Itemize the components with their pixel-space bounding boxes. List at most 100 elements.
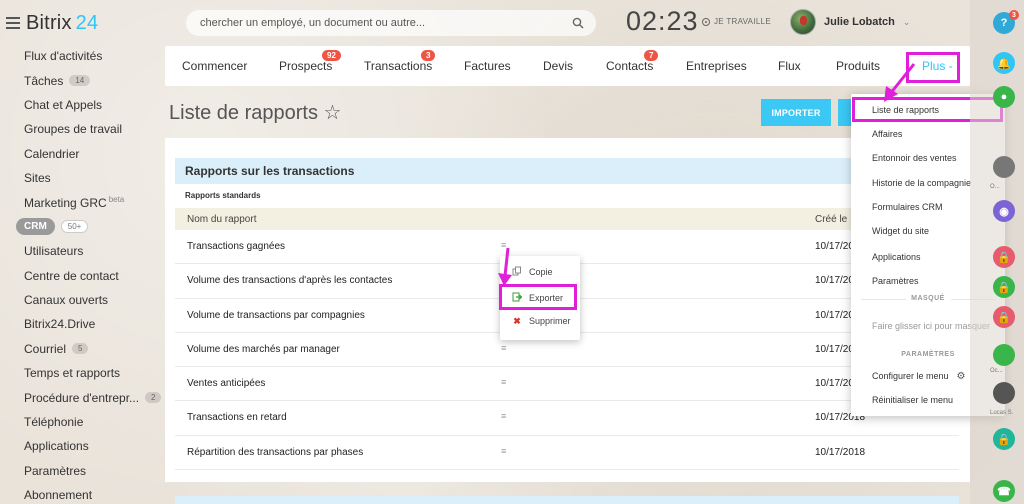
tab-label: Contacts <box>606 59 654 73</box>
sidebar-item-applications[interactable]: Applications <box>0 434 165 458</box>
logo-area: Bitrix 24 <box>0 6 170 40</box>
tab-commencer[interactable]: Commencer <box>182 46 247 86</box>
sidebar-count: 14 <box>69 75 91 87</box>
sidebar-item-calendrier[interactable]: Calendrier <box>0 142 165 166</box>
bell-icon[interactable]: 🔔 <box>993 52 1015 74</box>
sidebar-item-label: Abonnement <box>24 488 93 503</box>
user-menu[interactable]: Julie Lobatch ⌄ <box>790 9 910 35</box>
tab-label: Flux <box>778 59 801 73</box>
menu-item-label: Supprimer <box>529 316 571 326</box>
tab-transactions[interactable]: Transactions 3 <box>364 46 436 86</box>
chat-icon[interactable]: ● <box>993 86 1015 108</box>
report-date: 10/17/2018 <box>815 446 866 458</box>
menu-icon[interactable] <box>6 17 20 29</box>
logo-brand: Bitrix <box>26 11 72 34</box>
report-name[interactable]: Transactions en retard <box>187 412 287 423</box>
contact-label: O... <box>990 184 1000 190</box>
sidebar-item-chat[interactable]: Chat et Appels <box>0 93 165 117</box>
sidebar-item-flux[interactable]: Flux d'activités <box>0 44 165 68</box>
lock-icon[interactable]: 🔒 <box>993 276 1015 298</box>
report-name[interactable]: Transactions gagnées <box>187 241 285 252</box>
lock-icon[interactable]: 🔒 <box>993 306 1015 328</box>
sidebar-item-utilisateurs[interactable]: Utilisateurs <box>0 239 165 263</box>
count-badge: 92 <box>322 50 341 61</box>
tab-factures[interactable]: Factures <box>464 46 511 86</box>
tab-label: Devis <box>543 59 574 73</box>
sidebar-item-centre-contact[interactable]: Centre de contact <box>0 264 165 288</box>
column-header-created[interactable]: Créé le <box>815 214 847 225</box>
sidebar-item-parametres[interactable]: Paramètres <box>0 459 165 483</box>
report-name[interactable]: Volume de transactions par compagnies <box>187 310 365 321</box>
page-title: Liste de rapports ☆ <box>169 102 342 124</box>
tab-label: Produits <box>836 59 881 73</box>
sidebar-item-marketing[interactable]: Marketing GRC beta <box>0 190 165 214</box>
sidebar-item-temps[interactable]: Temps et rapports <box>0 361 165 385</box>
count-badge: 3 <box>421 50 436 61</box>
tab-prospects[interactable]: Prospects 92 <box>279 46 341 86</box>
gear-icon: ⚙ <box>956 370 966 382</box>
work-status[interactable]: JE TRAVAILLE <box>702 17 771 26</box>
row-menu-icon[interactable]: ≡ <box>501 446 506 456</box>
tab-produits[interactable]: Produits <box>836 46 880 86</box>
avatar <box>790 9 816 35</box>
sidebar-item-label: Utilisateurs <box>24 244 84 259</box>
tab-flux[interactable]: Flux <box>778 46 801 86</box>
lock-icon[interactable]: 🔒 <box>993 246 1015 268</box>
report-date: 10/17/20 <box>815 241 854 252</box>
tab-label: Commencer <box>182 59 248 73</box>
contact-label: Oc... <box>990 368 1003 374</box>
contact-label: Lucas S. <box>990 410 1014 416</box>
sidebar-item-taches[interactable]: Tâches 14 <box>0 68 165 92</box>
tab-devis[interactable]: Devis <box>543 46 573 86</box>
report-name[interactable]: Volume des transactions d'après les cont… <box>187 275 392 286</box>
sidebar-item-label: Calendrier <box>24 146 80 161</box>
contact-avatar[interactable] <box>993 382 1015 404</box>
sidebar-item-courriel[interactable]: Courriel 5 <box>0 337 165 361</box>
notification-badge: 3 <box>1009 10 1019 20</box>
sidebar-item-label: Applications <box>24 439 89 454</box>
sidebar-count: 5 <box>72 343 89 355</box>
phone-icon[interactable]: ☎ <box>993 480 1015 502</box>
row-menu-icon[interactable]: ≡ <box>501 411 506 421</box>
eye-icon[interactable]: ◉ <box>993 200 1015 222</box>
column-header-name[interactable]: Nom du rapport <box>187 214 256 225</box>
import-button[interactable]: IMPORTER <box>761 99 831 126</box>
sidebar-item-abonnement[interactable]: Abonnement <box>0 483 165 504</box>
lock-icon[interactable]: 🔒 <box>993 428 1015 450</box>
sidebar-item-telephonie[interactable]: Téléphonie <box>0 410 165 434</box>
sidebar-item-groupes[interactable]: Groupes de travail <box>0 117 165 141</box>
tab-label: Factures <box>464 59 511 73</box>
menu-item-label: Configurer le menu <box>872 371 949 381</box>
contact-avatar[interactable] <box>993 156 1015 178</box>
row-menu-icon[interactable]: ≡ <box>501 377 506 387</box>
report-date: 10/17/20 <box>815 378 854 390</box>
annotation-arrow-icon <box>498 247 512 286</box>
sidebar-item-label: Centre de contact <box>24 268 119 283</box>
report-name[interactable]: Volume des marchés par manager <box>187 344 340 355</box>
tab-entreprises[interactable]: Entreprises <box>686 46 747 86</box>
sidebar-item-label: Paramètres <box>24 463 87 478</box>
search-box <box>186 10 596 36</box>
logo[interactable]: Bitrix 24 <box>26 12 98 35</box>
delete-menu-item[interactable]: ✖ Supprimer <box>500 309 580 333</box>
sidebar-item-drive[interactable]: Bitrix24.Drive <box>0 312 165 336</box>
sidebar-item-crm[interactable]: CRM 50+ <box>0 215 165 239</box>
sidebar-item-sites[interactable]: Sites <box>0 166 165 190</box>
report-name[interactable]: Répartition des transactions par phases <box>187 447 363 458</box>
next-section-header <box>175 496 959 504</box>
sidebar: Flux d'activités Tâches 14 Chat et Appels… <box>0 44 165 504</box>
sidebar-item-label: Procédure d'entrepr... <box>24 390 140 405</box>
crm-top-nav: Commencer Prospects 92 Transactions 3 Fact… <box>165 46 970 86</box>
sidebar-item-label: Courriel <box>24 341 67 356</box>
search-icon[interactable] <box>572 17 584 29</box>
tab-contacts[interactable]: Contacts 7 <box>606 46 659 86</box>
row-menu-icon[interactable]: ≡ <box>501 343 506 353</box>
subsection-title: Rapports standards <box>185 191 261 200</box>
sidebar-item-procedure[interactable]: Procédure d'entrepr... 2 <box>0 385 165 409</box>
table-row: Ventes anticipées ≡ 10/17/20 <box>175 367 959 402</box>
table-row: Transactions en retard ≡ 10/17/2018 <box>175 401 959 436</box>
search-input[interactable] <box>200 17 560 29</box>
contact-avatar[interactable] <box>993 344 1015 366</box>
sidebar-item-canaux[interactable]: Canaux ouverts <box>0 288 165 312</box>
report-name[interactable]: Ventes anticipées <box>187 378 265 389</box>
